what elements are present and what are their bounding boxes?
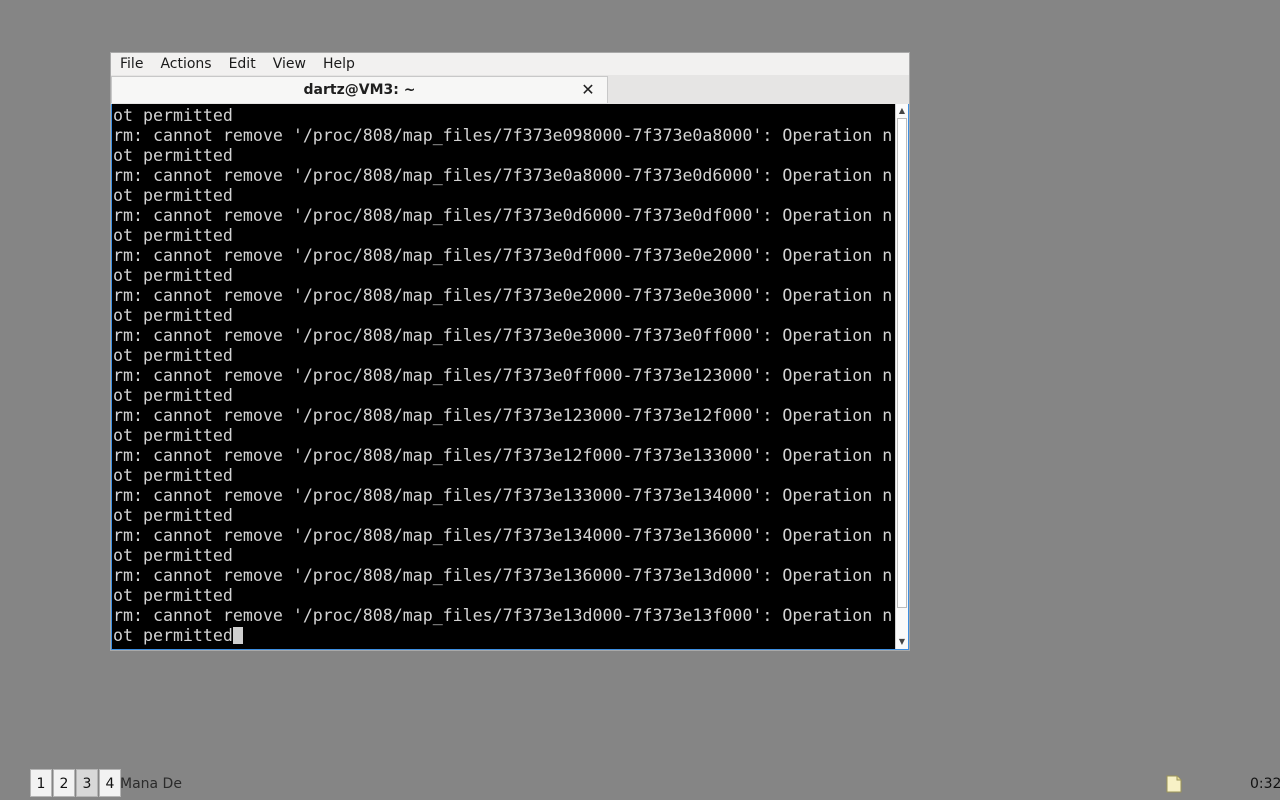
vertical-scrollbar[interactable]: ▲ ▼	[895, 104, 908, 649]
terminal-line: ot permitted	[113, 586, 233, 605]
terminal-line: rm: cannot remove '/proc/808/map_files/7…	[113, 286, 893, 305]
desktop-3-button[interactable]: 3	[76, 769, 98, 797]
terminal-line: ot permitted	[113, 306, 233, 325]
text-cursor	[232, 627, 243, 644]
terminal-frame: ot permitted rm: cannot remove '/proc/808…	[111, 104, 909, 650]
menu-file[interactable]: File	[111, 53, 151, 75]
scroll-down-arrow-icon[interactable]: ▼	[896, 635, 908, 649]
terminal-line: rm: cannot remove '/proc/808/map_files/7…	[113, 246, 893, 265]
terminal-line: rm: cannot remove '/proc/808/map_files/7…	[113, 206, 893, 225]
terminal-line: rm: cannot remove '/proc/808/map_files/7…	[113, 126, 893, 145]
terminal-line: rm: cannot remove '/proc/808/map_files/7…	[113, 166, 893, 185]
terminal-line: rm: cannot remove '/proc/808/map_files/7…	[113, 446, 893, 465]
terminal-output[interactable]: ot permitted rm: cannot remove '/proc/808…	[113, 104, 896, 649]
terminal-line: rm: cannot remove '/proc/808/map_files/7…	[113, 326, 893, 345]
tab-title: dartz@VM3: ~	[303, 82, 416, 98]
menu-help[interactable]: Help	[314, 53, 363, 75]
scroll-up-arrow-icon[interactable]: ▲	[896, 104, 908, 118]
terminal-line: rm: cannot remove '/proc/808/map_files/7…	[113, 406, 893, 425]
terminal-line: ot permitted	[113, 546, 233, 565]
terminal-line: ot permitted	[113, 346, 233, 365]
menubar: File Actions Edit View Help	[111, 53, 909, 75]
terminal-line: ot permitted	[113, 426, 233, 445]
terminal-line: ot permitted	[113, 186, 233, 205]
taskbar-label[interactable]: Mana Des	[120, 769, 182, 797]
terminal-line: ot permitted	[113, 386, 233, 405]
terminal-line: ot permitted	[113, 466, 233, 485]
menu-view[interactable]: View	[264, 53, 314, 75]
terminal-line: rm: cannot remove '/proc/808/map_files/7…	[113, 486, 893, 505]
notes-icon[interactable]	[1165, 774, 1183, 794]
terminal-line: rm: cannot remove '/proc/808/map_files/7…	[113, 526, 893, 545]
close-icon[interactable]: ✕	[579, 81, 597, 99]
terminal-line: ot permitted	[113, 266, 233, 285]
scrollbar-thumb[interactable]	[897, 118, 907, 608]
desktop-1-button[interactable]: 1	[30, 769, 52, 797]
terminal-window: File Actions Edit View Help dartz@VM3: ~…	[110, 52, 910, 651]
terminal-line: ot permitted	[113, 626, 896, 646]
tab-terminal[interactable]: dartz@VM3: ~ ✕	[111, 76, 608, 103]
terminal-line: ot permitted	[113, 146, 233, 165]
clock: 0:32	[1250, 776, 1280, 792]
terminal-line: ot permitted	[113, 506, 233, 525]
menu-actions[interactable]: Actions	[151, 53, 219, 75]
desktop-4-button[interactable]: 4	[99, 769, 121, 797]
terminal-line: ot permitted	[113, 226, 233, 245]
bottom-panel: 1 2 3 4 Mana Des 0:32	[0, 768, 1280, 800]
terminal-line: rm: cannot remove '/proc/808/map_files/7…	[113, 606, 893, 625]
terminal-line: rm: cannot remove '/proc/808/map_files/7…	[113, 366, 893, 385]
terminal-line: rm: cannot remove '/proc/808/map_files/7…	[113, 566, 893, 585]
terminal-line: ot permitted	[113, 106, 233, 125]
desktop-2-button[interactable]: 2	[53, 769, 75, 797]
tab-bar: dartz@VM3: ~ ✕	[111, 75, 909, 105]
menu-edit[interactable]: Edit	[220, 53, 264, 75]
